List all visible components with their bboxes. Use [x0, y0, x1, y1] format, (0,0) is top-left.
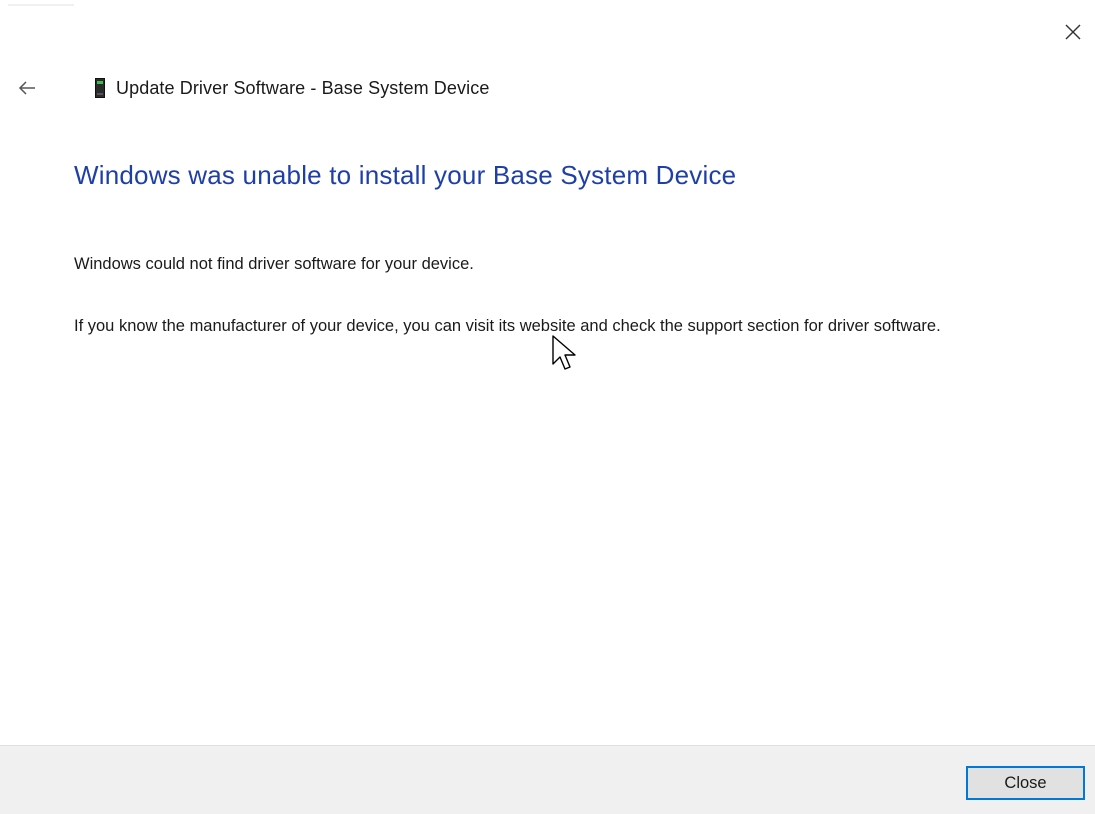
close-button[interactable]: Close — [966, 766, 1085, 800]
back-button[interactable] — [18, 74, 48, 102]
mouse-cursor-icon — [552, 335, 576, 370]
title-bar — [0, 0, 1095, 10]
dialog-header: Update Driver Software - Base System Dev… — [18, 74, 489, 102]
device-icon — [94, 78, 106, 98]
window-close-button[interactable] — [1059, 18, 1087, 46]
main-heading: Windows was unable to install your Base … — [74, 160, 737, 190]
message-paragraph-2: If you know the manufacturer of your dev… — [74, 317, 941, 335]
dialog-title: Update Driver Software - Base System Dev… — [116, 77, 490, 98]
update-driver-dialog: Update Driver Software - Base System Dev… — [0, 0, 1095, 814]
title-bar-edge — [8, 4, 74, 6]
close-icon — [1065, 24, 1081, 40]
message-paragraph-1: Windows could not find driver software f… — [74, 255, 474, 273]
dialog-footer: Close — [0, 745, 1095, 814]
back-arrow-icon — [18, 81, 35, 95]
